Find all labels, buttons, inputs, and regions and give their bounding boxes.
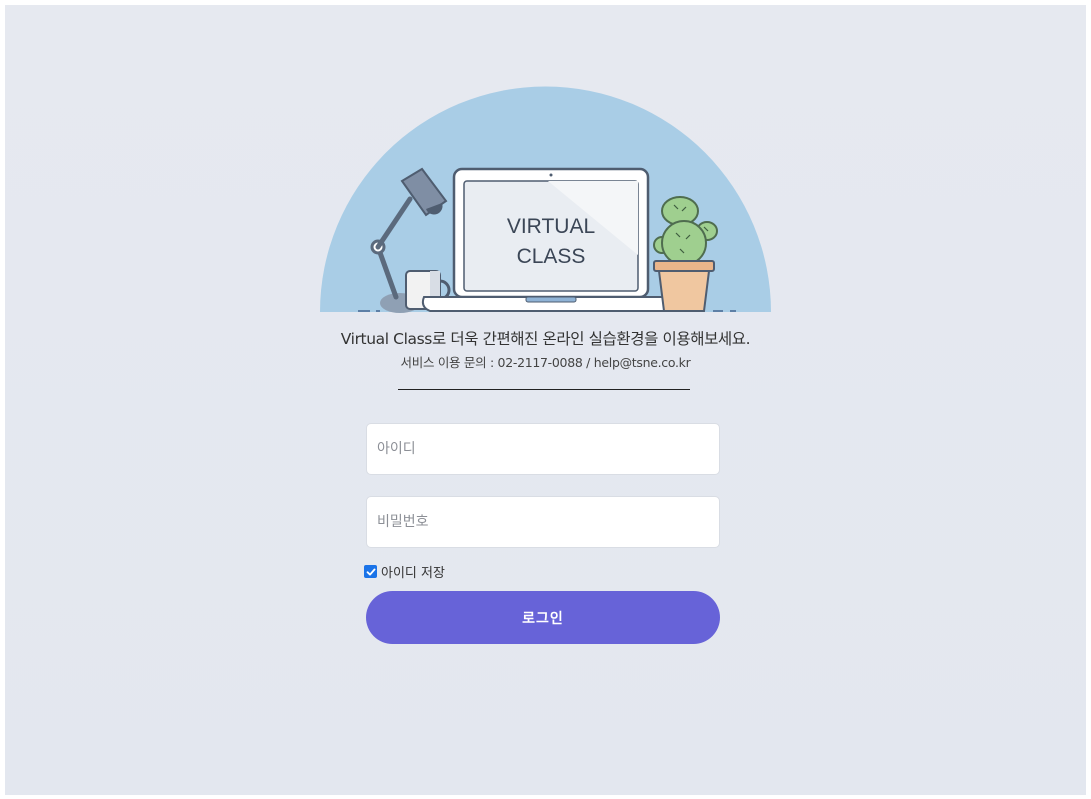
virtual-class-illustration: VIRTUAL CLASS xyxy=(318,85,773,317)
divider xyxy=(398,389,690,390)
service-tagline: Virtual Class로 더욱 간편해진 온라인 실습환경을 이용해보세요. xyxy=(340,330,751,348)
login-button[interactable]: 로그인 xyxy=(366,591,720,644)
login-page: VIRTUAL CLASS Virtual Class로 더욱 간편해진 온라인… xyxy=(5,5,1086,795)
laptop-screen-line2: CLASS xyxy=(517,245,586,268)
laptop-screen-line1: VIRTUAL xyxy=(507,215,595,238)
checkbox-checked-icon[interactable] xyxy=(364,565,377,578)
remember-id-checkbox[interactable]: 아이디 저장 xyxy=(364,562,445,581)
remember-id-label: 아이디 저장 xyxy=(381,566,445,581)
laptop-icon: VIRTUAL CLASS xyxy=(421,167,683,312)
service-contact-info: 서비스 이용 문의 : 02-2117-0088 / help@tsne.co.… xyxy=(400,355,691,370)
password-input[interactable] xyxy=(366,496,720,548)
user-id-input[interactable] xyxy=(366,423,720,475)
